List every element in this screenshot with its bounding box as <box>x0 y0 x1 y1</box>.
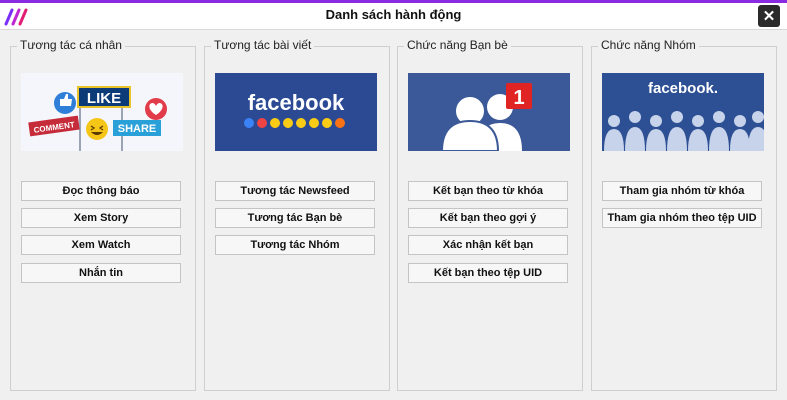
title-bar: Danh sách hành động ✕ <box>0 3 787 30</box>
close-icon: ✕ <box>762 8 776 25</box>
join-group-keyword-button[interactable]: Tham gia nhóm từ khóa <box>602 181 762 201</box>
friend-request-icon: 1 <box>408 73 570 151</box>
add-friend-uid-file-button[interactable]: Kết bạn theo tệp UID <box>408 263 568 283</box>
add-friend-suggestion-button[interactable]: Kết bạn theo gợi ý <box>408 208 568 228</box>
confirm-friend-button[interactable]: Xác nhận kết bạn <box>408 235 568 255</box>
watch-video-button[interactable]: Xem Watch <box>21 235 181 255</box>
facebook-wordmark-text: facebook. <box>648 80 718 97</box>
facebook-reactions-icon: facebook <box>215 73 377 151</box>
group-label: Tương tác bài viết <box>211 38 315 52</box>
newsfeed-interaction-button[interactable]: Tương tác Newsfeed <box>215 181 375 201</box>
facebook-wordmark-text: facebook <box>248 90 345 115</box>
social-interaction-icon: LIKE COMMENT SHARE <box>21 73 183 151</box>
group-label: Chức năng Bạn bè <box>404 38 511 52</box>
share-sign-text: SHARE <box>118 123 157 135</box>
notification-count-text: 1 <box>513 87 524 109</box>
close-button[interactable]: ✕ <box>758 5 780 27</box>
group-group-functions: Chức năng Nhóm facebook. Tham gia nhóm t… <box>591 38 777 391</box>
group-label: Tương tác cá nhân <box>17 38 125 52</box>
facebook-group-icon: facebook. <box>602 73 764 151</box>
group-friend-functions: Chức năng Bạn bè 1 Kết bạn theo từ khóa … <box>397 38 583 391</box>
send-message-button[interactable]: Nhắn tin <box>21 263 181 283</box>
watch-story-button[interactable]: Xem Story <box>21 208 181 228</box>
window-title: Danh sách hành động <box>325 7 462 22</box>
group-personal-interaction: Tương tác cá nhân LIKE COMMENT SHARE Đọc… <box>10 38 196 391</box>
group-label: Chức năng Nhóm <box>598 38 699 52</box>
like-sign-text: LIKE <box>87 90 121 107</box>
group-post-interaction: Tương tác bài viết facebook Tương tác Ne… <box>204 38 390 391</box>
join-group-uid-file-button[interactable]: Tham gia nhóm theo tệp UID <box>602 208 762 228</box>
group-interaction-button[interactable]: Tương tác Nhóm <box>215 235 375 255</box>
add-friend-keyword-button[interactable]: Kết bạn theo từ khóa <box>408 181 568 201</box>
read-notifications-button[interactable]: Đọc thông báo <box>21 181 181 201</box>
friend-interaction-button[interactable]: Tương tác Bạn bè <box>215 208 375 228</box>
